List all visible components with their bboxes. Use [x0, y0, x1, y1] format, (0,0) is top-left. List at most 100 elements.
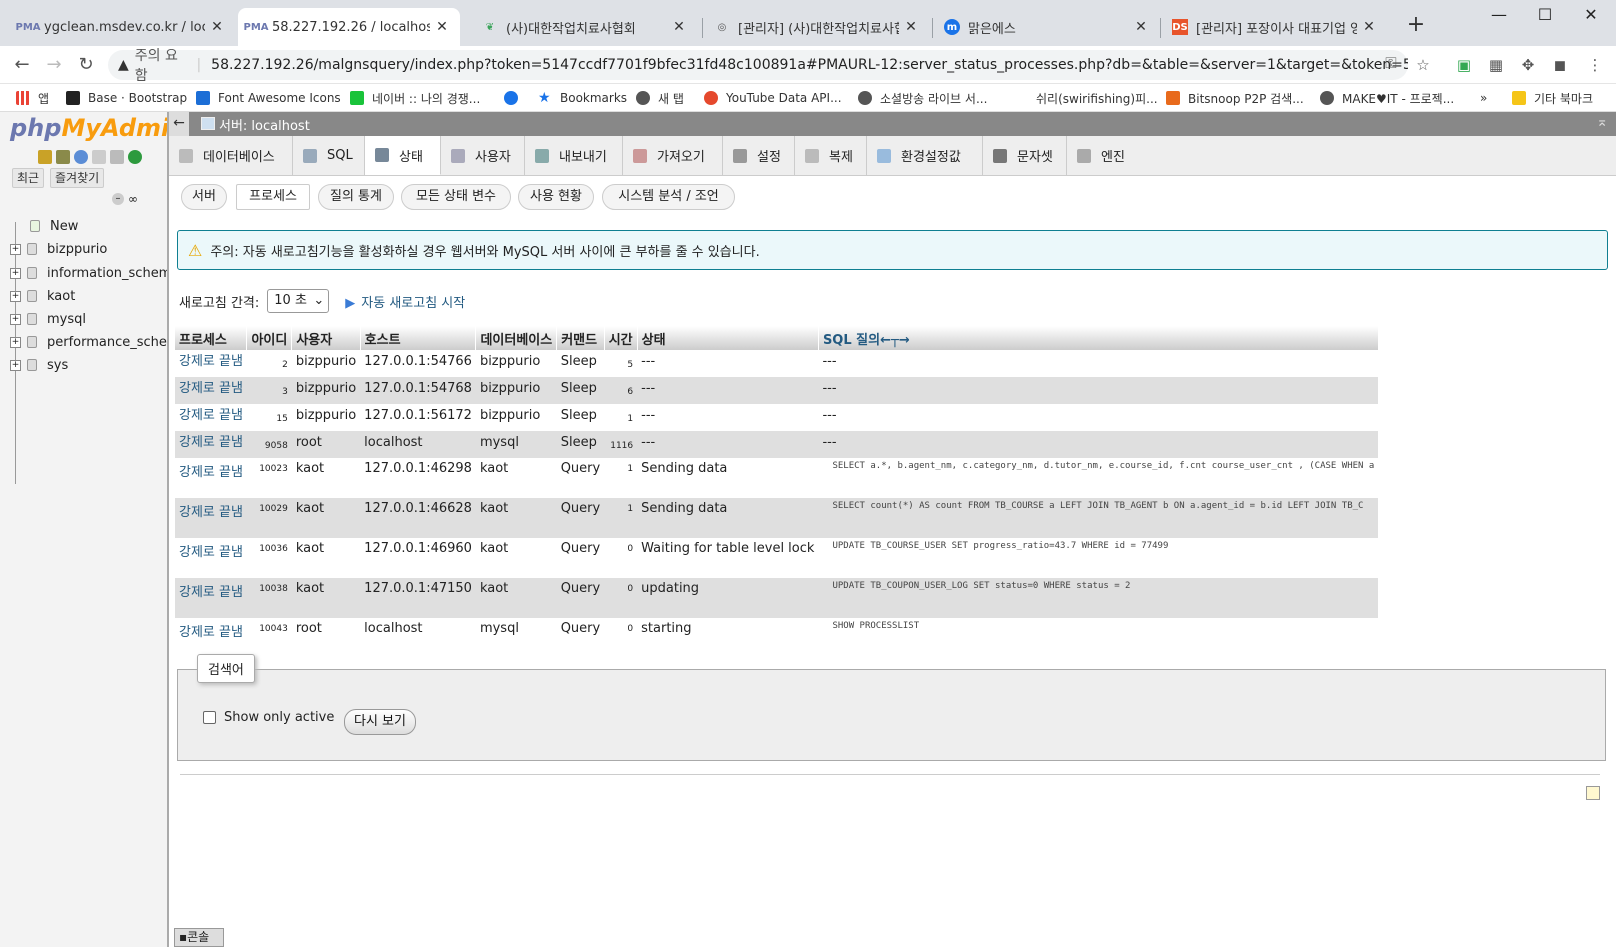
refresh-interval-select[interactable]: 10 초 ⌄	[267, 289, 330, 313]
other-bookmarks[interactable]: 기타 북마크	[1512, 88, 1593, 108]
column-header-sql[interactable]: SQL 질의←┬→	[818, 326, 1379, 350]
expand-icon[interactable]: +	[10, 267, 21, 279]
subtab-server[interactable]: 서버	[181, 184, 227, 210]
new-tab-button[interactable]: +	[1402, 12, 1430, 40]
browser-tab[interactable]: m 맑은에스 ✕	[934, 8, 1159, 46]
extension-green-icon[interactable]: ▣	[1453, 54, 1475, 76]
tab-charsets[interactable]: 문자셋	[983, 136, 1067, 175]
refresh-button[interactable]: 다시 보기	[344, 709, 416, 735]
pma-logo[interactable]: phpMyAdmin	[10, 114, 167, 142]
recent-button[interactable]: 최근	[12, 168, 45, 188]
print-view-icon[interactable]	[1586, 786, 1600, 800]
subtab-monitor[interactable]: 사용 현황	[518, 184, 594, 210]
bookmark-item[interactable]: 쉬리(swirifishing)피...	[1014, 88, 1158, 108]
profile-icon[interactable]: ◼	[1549, 54, 1571, 76]
tab-export[interactable]: 내보내기	[525, 136, 623, 175]
subtab-advisor[interactable]: 시스템 분석 / 조언	[602, 184, 735, 210]
bookmark-item[interactable]: Font Awesome Icons	[196, 88, 341, 108]
forward-icon[interactable]: →	[40, 52, 68, 80]
tab-settings[interactable]: 설정	[723, 136, 795, 175]
expand-icon[interactable]: +	[10, 290, 21, 302]
bookmark-item[interactable]: MAKE♥IT - 프로젝...	[1320, 88, 1454, 108]
close-icon[interactable]: ✕	[671, 19, 687, 35]
expand-icon[interactable]: +	[10, 313, 21, 325]
tab-import[interactable]: 가져오기	[623, 136, 723, 175]
kill-process-link[interactable]: 강제로 끝냄	[175, 498, 247, 538]
db-item-kaot[interactable]: + kaot	[0, 285, 75, 307]
subtab-query-stats[interactable]: 질의 통계	[318, 184, 394, 210]
expand-icon[interactable]: +	[10, 243, 21, 255]
close-icon[interactable]: ✕	[1361, 19, 1377, 35]
bookmark-item[interactable]: 소셜방송 라이브 서...	[858, 88, 987, 108]
help-icon[interactable]	[74, 150, 88, 164]
bookmark-apps[interactable]: 앱	[16, 88, 49, 108]
bookmark-item[interactable]: 새 탭	[636, 88, 684, 108]
window-close-icon[interactable]: ✕	[1568, 0, 1614, 32]
kill-process-link[interactable]: 강제로 끝냄	[175, 458, 247, 498]
puzzle-icon[interactable]: ✥	[1517, 54, 1539, 76]
db-item-sys[interactable]: + sys	[0, 354, 68, 376]
docs-icon[interactable]	[92, 150, 106, 164]
logout-icon[interactable]	[56, 150, 70, 164]
subtab-all-status-vars[interactable]: 모든 상태 변수	[401, 184, 511, 210]
favorites-button[interactable]: 즐겨찾기	[50, 168, 105, 188]
back-icon[interactable]: ←	[8, 52, 36, 80]
maximize-pane-icon[interactable]: ⌅	[1596, 114, 1608, 130]
subtab-processes[interactable]: 프로세스	[236, 184, 310, 210]
new-database-item[interactable]: New	[18, 215, 78, 237]
checkbox-box[interactable]	[203, 711, 216, 724]
show-only-active-checkbox[interactable]: Show only active	[203, 710, 334, 725]
expand-sql-icon[interactable]: ←┬→	[880, 333, 910, 348]
expand-icon[interactable]: +	[10, 336, 21, 348]
collapse-nav-icon[interactable]: ←	[169, 112, 189, 136]
tab-variables[interactable]: 환경설정값	[867, 136, 983, 175]
security-label[interactable]: 주의 요함	[135, 45, 187, 85]
close-icon[interactable]: ✕	[434, 19, 450, 35]
column-header[interactable]: 데이터베이스	[475, 326, 558, 350]
bookmark-item[interactable]: ★ Bookmarks	[538, 88, 627, 108]
kill-process-link[interactable]: 강제로 끝냄	[175, 404, 247, 431]
browser-tab[interactable]: ❦ (사)대한작업치료사협회 ✕	[472, 8, 697, 46]
tab-status[interactable]: 상태	[365, 136, 441, 175]
server-breadcrumb[interactable]: 서버: localhost	[219, 115, 310, 134]
bookmark-item[interactable]	[504, 88, 526, 108]
address-bar[interactable]: ▲ 주의 요함 | 58.227.192.26/malgnsquery/inde…	[108, 48, 1408, 84]
kill-process-link[interactable]: 강제로 끝냄	[175, 431, 247, 458]
browser-tab[interactable]: DS [관리자] 포장이사 대표기업 영 ✕	[1162, 8, 1387, 46]
kill-process-link[interactable]: 강제로 끝냄	[175, 350, 247, 377]
tab-sql[interactable]: SQL	[293, 136, 365, 175]
db-item-mysql[interactable]: + mysql	[0, 308, 86, 330]
db-item-information-schema[interactable]: + information_schema	[0, 262, 167, 284]
key-icon[interactable]: ⚿	[1380, 52, 1402, 74]
db-item-bizppurio[interactable]: + bizppurio	[0, 238, 107, 260]
kill-process-link[interactable]: 강제로 끝냄	[175, 618, 247, 658]
column-header[interactable]: 상태	[637, 326, 819, 350]
column-header[interactable]: 호스트	[360, 326, 477, 350]
collapse-all-icon[interactable]: –	[112, 193, 124, 205]
column-header[interactable]: 프로세스	[175, 326, 248, 350]
tab-engines[interactable]: 엔진	[1067, 136, 1137, 175]
bookmark-item[interactable]: YouTube Data API...	[704, 88, 842, 108]
expand-icon[interactable]: +	[10, 359, 21, 371]
url-text[interactable]: 58.227.192.26/malgnsquery/index.php?toke…	[211, 57, 1408, 73]
column-header[interactable]: 아이디	[246, 326, 293, 350]
browser-tab-active[interactable]: PMA 58.227.192.26 / localhost | php ✕	[238, 8, 460, 46]
tab-databases[interactable]: 데이터베이스	[169, 136, 293, 175]
browser-tab[interactable]: ◎ [관리자] (사)대한작업치료사협 ✕	[704, 8, 929, 46]
maximize-icon[interactable]: ☐	[1522, 0, 1568, 32]
column-header[interactable]: 사용자	[291, 326, 361, 350]
bookmarks-more[interactable]: »	[1480, 88, 1487, 108]
home-icon[interactable]	[38, 150, 52, 164]
close-icon[interactable]: ✕	[209, 19, 225, 35]
console-toggle[interactable]: ▪콘솔	[174, 928, 224, 947]
reload-icon[interactable]: ↻	[72, 52, 100, 80]
db-item-performance-schema[interactable]: + performance_schema	[0, 331, 167, 353]
settings-icon[interactable]	[110, 150, 124, 164]
link-icon[interactable]: ∞	[128, 192, 138, 206]
column-header[interactable]: 시간	[604, 326, 638, 350]
reload-nav-icon[interactable]	[128, 150, 142, 164]
bookmark-item[interactable]: Bitsnoop P2P 검색...	[1166, 88, 1304, 108]
bookmark-item[interactable]: 네이버 :: 나의 경쟁...	[350, 88, 480, 108]
kill-process-link[interactable]: 강제로 끝냄	[175, 377, 247, 404]
kill-process-link[interactable]: 강제로 끝냄	[175, 538, 247, 578]
